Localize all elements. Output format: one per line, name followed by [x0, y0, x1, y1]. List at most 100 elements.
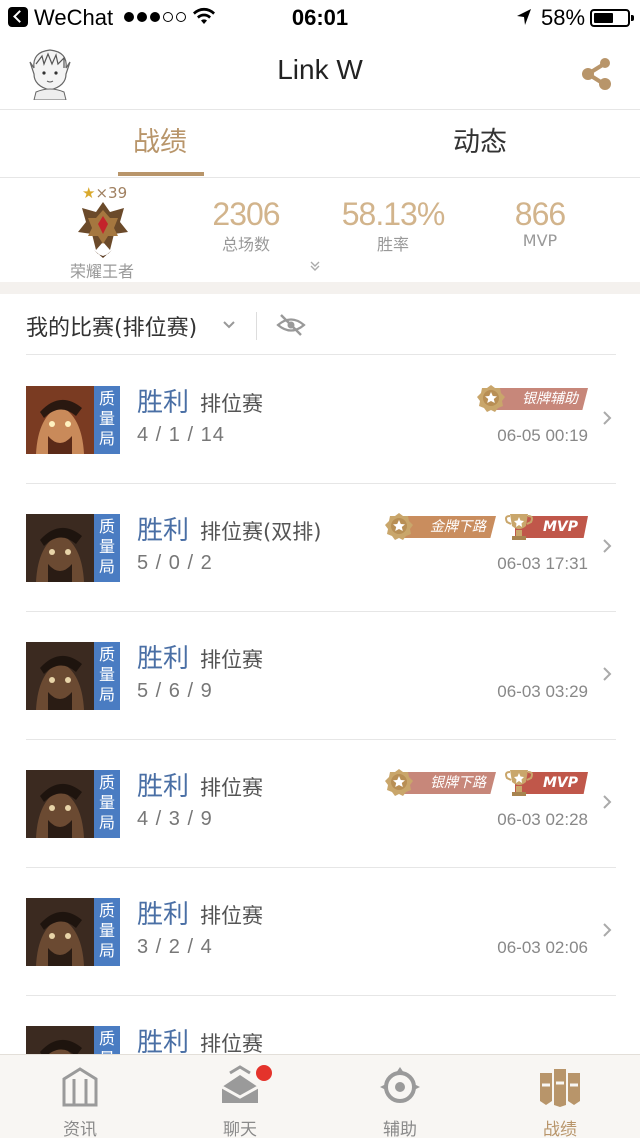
quality-badge-char: 质	[98, 1029, 115, 1048]
news-icon	[62, 1067, 98, 1107]
hero-portrait: 质量局	[26, 514, 120, 582]
quality-badge-char: 局	[98, 813, 115, 832]
stat-mvp: 866 MVP	[500, 196, 580, 250]
hero-image-icon	[26, 642, 94, 710]
tabbar-label: 聊天	[223, 1120, 257, 1138]
tabbar-assist[interactable]: 辅助	[320, 1055, 480, 1138]
chevron-right-icon[interactable]	[602, 538, 612, 554]
divider	[26, 354, 616, 355]
section-divider	[0, 282, 640, 294]
tabbar-news[interactable]: 资讯	[0, 1055, 160, 1138]
match-row[interactable]: 质量局胜利 排位赛 4 / 1 / 14 06-05 00:19 银牌辅助	[0, 356, 640, 484]
tabbar-label: 战绩	[543, 1120, 577, 1138]
stat-label: 总场数	[221, 235, 270, 254]
match-result: 胜利	[137, 516, 190, 546]
stats-summary: ★×39 荣耀王者 2306 总场数 58.13% 胜率 866 MVP	[0, 178, 640, 282]
assist-icon	[380, 1067, 420, 1103]
battery-percent: 58%	[541, 5, 586, 30]
quality-badge-char: 局	[98, 557, 115, 576]
tabbar-label: 资讯	[63, 1120, 97, 1138]
match-result: 胜利	[137, 772, 190, 802]
match-row[interactable]: 质量局胜利 排位赛 4 / 3 / 9 06-03 02:28 MVP 银牌下路	[0, 740, 640, 868]
rank-block[interactable]: ★×39 荣耀王者	[60, 182, 144, 281]
battery-fill	[594, 13, 613, 23]
hero-portrait: 质量局	[26, 898, 120, 966]
match-type-dropdown[interactable]: 我的比赛(排位赛)	[26, 310, 197, 342]
stat-win-rate: 58.13% 胜率	[334, 196, 452, 255]
match-result: 胜利	[137, 900, 190, 930]
match-time: 06-03 17:31	[497, 554, 588, 573]
match-mode: 排位赛	[200, 904, 263, 928]
rank-name: 荣耀王者	[69, 262, 134, 281]
match-kda: 4 / 3 / 9	[137, 808, 213, 830]
chevron-down-icon[interactable]	[222, 320, 236, 330]
hero-image-icon	[26, 898, 94, 966]
nav-header: Link W	[0, 36, 640, 110]
tabbar-record[interactable]: 战绩	[480, 1055, 640, 1138]
tab-activity[interactable]: 动态	[320, 110, 640, 178]
match-result: 胜利	[137, 388, 190, 418]
hero-portrait: 质量局	[26, 386, 120, 454]
stat-value: 2306	[212, 196, 280, 232]
hide-eye-icon[interactable]	[276, 312, 306, 338]
quality-badge-char: 量	[98, 537, 115, 556]
tab-strip: 战绩 动态	[0, 110, 640, 178]
quality-badge-char: 量	[98, 921, 115, 940]
page-title: Link W	[277, 54, 363, 85]
match-row[interactable]: 质量局胜利 排位赛 5 / 6 / 9 06-03 03:29	[0, 612, 640, 740]
tab-record[interactable]: 战绩	[0, 110, 320, 178]
quality-badge-char: 量	[98, 793, 115, 812]
chevron-right-icon[interactable]	[602, 410, 612, 426]
tabbar-label: 辅助	[383, 1120, 417, 1138]
performance-badge: 银牌下路	[384, 768, 496, 798]
medal-icon	[385, 769, 413, 796]
match-kda: 3 / 2 / 4	[137, 936, 213, 958]
trophy-icon	[505, 770, 533, 796]
match-mode: 排位赛	[200, 648, 263, 672]
hero-image-icon	[26, 514, 94, 582]
match-row[interactable]: 质量局胜利 排位赛(双排) 5 / 0 / 2 06-03 17:31 MVP 金牌下路	[0, 484, 640, 612]
hero-image-icon	[26, 770, 94, 838]
performance-badge: 金牌下路	[384, 512, 496, 542]
record-icon	[540, 1069, 580, 1107]
match-time: 06-03 02:28	[497, 810, 588, 829]
hero-portrait: 质量局	[26, 770, 120, 838]
quality-badge-char: 局	[98, 685, 115, 704]
stat-total-games: 2306 总场数	[206, 196, 286, 255]
active-tab-indicator	[118, 172, 204, 176]
battery-icon	[590, 9, 634, 27]
status-bar: WeChat 06:01 58%	[0, 0, 640, 36]
performance-badge-label: 银牌辅助	[494, 388, 588, 410]
quality-badge-char: 质	[98, 517, 115, 536]
match-time: 06-05 00:19	[497, 426, 588, 445]
match-time: 06-03 03:29	[497, 682, 588, 701]
mvp-badge: MVP	[504, 512, 588, 542]
chevron-right-icon[interactable]	[602, 794, 612, 810]
trophy-icon	[505, 514, 533, 540]
performance-badge: 银牌辅助	[476, 384, 588, 414]
stat-value: 866	[514, 196, 566, 232]
chevron-right-icon[interactable]	[602, 666, 612, 682]
quality-badge-char: 量	[98, 665, 115, 684]
quality-badge-char: 质	[98, 901, 115, 920]
medal-icon	[477, 385, 505, 412]
share-icon[interactable]	[578, 54, 616, 92]
hero-portrait: 质量局	[26, 642, 120, 710]
location-arrow-icon	[517, 9, 531, 25]
quality-badge-char: 局	[98, 941, 115, 960]
rank-badge-icon	[78, 202, 128, 258]
divider	[256, 312, 257, 340]
tabbar-chat[interactable]: 聊天	[160, 1055, 320, 1138]
stat-label: 胜率	[376, 235, 409, 254]
match-mode: 排位赛(双排)	[200, 520, 322, 544]
match-kda: 4 / 1 / 14	[137, 424, 225, 446]
match-result: 胜利	[137, 644, 190, 674]
quality-badge-char: 质	[98, 389, 115, 408]
expand-chevron-icon[interactable]	[309, 260, 321, 272]
match-kda: 5 / 6 / 9	[137, 680, 213, 702]
quality-match-badge: 质量局	[94, 898, 120, 966]
quality-match-badge: 质量局	[94, 770, 120, 838]
match-row[interactable]: 质量局胜利 排位赛 3 / 2 / 4 06-03 02:06	[0, 868, 640, 996]
chevron-right-icon[interactable]	[602, 922, 612, 938]
performance-badge-label: 金牌下路	[402, 516, 496, 538]
